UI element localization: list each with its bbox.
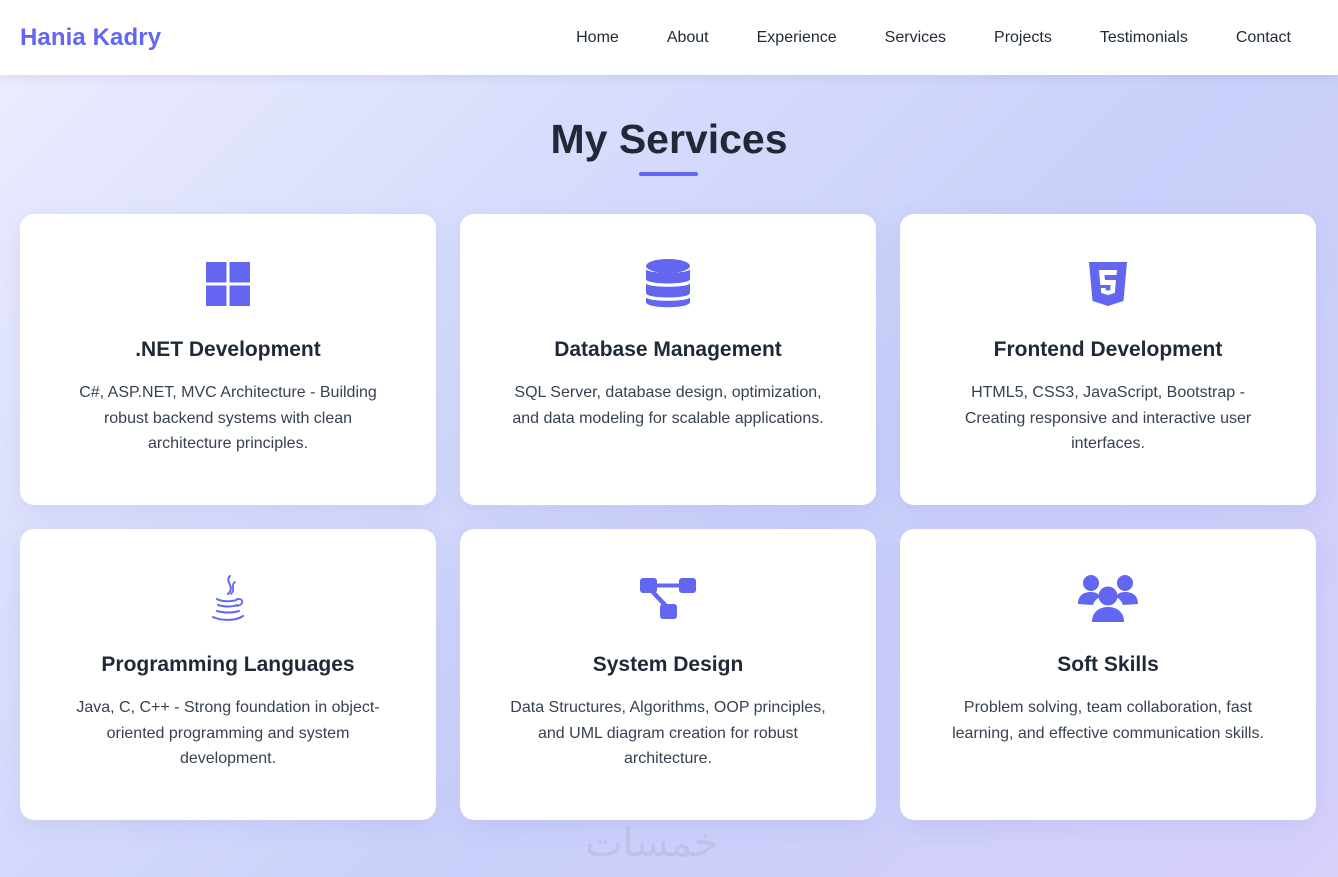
html5-icon [900,258,1316,310]
brand-logo[interactable]: Hania Kadry [20,24,161,52]
card-description: HTML5, CSS3, JavaScript, Bootstrap - Cre… [964,384,1252,452]
nav-item-experience[interactable]: Experience [757,29,837,47]
card-title: .NET Development [135,338,321,361]
section-title: My Services [550,116,788,162]
card-description: SQL Server, database design, optimizatio… [512,384,824,427]
service-card-soft-skills: Soft Skills Problem solving, team collab… [900,529,1316,820]
service-card-dotnet: .NET Development C#, ASP.NET, MVC Archit… [20,214,436,505]
card-description: Java, C, C++ - Strong foundation in obje… [76,699,380,767]
watermark: خمسات [585,820,719,866]
card-title: Frontend Development [993,338,1223,361]
service-card-frontend: Frontend Development HTML5, CSS3, JavaSc… [900,214,1316,505]
card-description: Data Structures, Algorithms, OOP princip… [510,699,826,767]
users-icon [900,573,1316,625]
card-title: Programming Languages [101,653,355,676]
java-icon [20,573,436,625]
service-card-system-design: System Design Data Structures, Algorithm… [460,529,876,820]
nav-item-projects[interactable]: Projects [994,29,1052,47]
service-card-database: Database Management SQL Server, database… [460,214,876,505]
card-description: C#, ASP.NET, MVC Architecture - Building… [79,384,377,452]
service-card-programming: Programming Languages Java, C, C++ - Str… [20,529,436,820]
card-title: System Design [592,653,744,676]
nav-item-home[interactable]: Home [576,29,619,47]
project-diagram-icon [460,573,876,625]
title-underline [639,172,698,176]
nav-links: Home About Experience Services Projects … [576,29,1291,47]
database-icon [460,258,876,310]
navbar: Hania Kadry Home About Experience Servic… [0,0,1338,75]
services-grid: .NET Development C#, ASP.NET, MVC Archit… [20,214,1316,820]
nav-item-testimonials[interactable]: Testimonials [1100,29,1188,47]
card-description: Problem solving, team collaboration, fas… [952,699,1264,742]
windows-icon [20,258,436,310]
nav-item-about[interactable]: About [667,29,709,47]
nav-item-contact[interactable]: Contact [1236,29,1291,47]
card-title: Database Management [554,338,782,361]
card-title: Soft Skills [1057,653,1159,676]
nav-item-services[interactable]: Services [885,29,946,47]
